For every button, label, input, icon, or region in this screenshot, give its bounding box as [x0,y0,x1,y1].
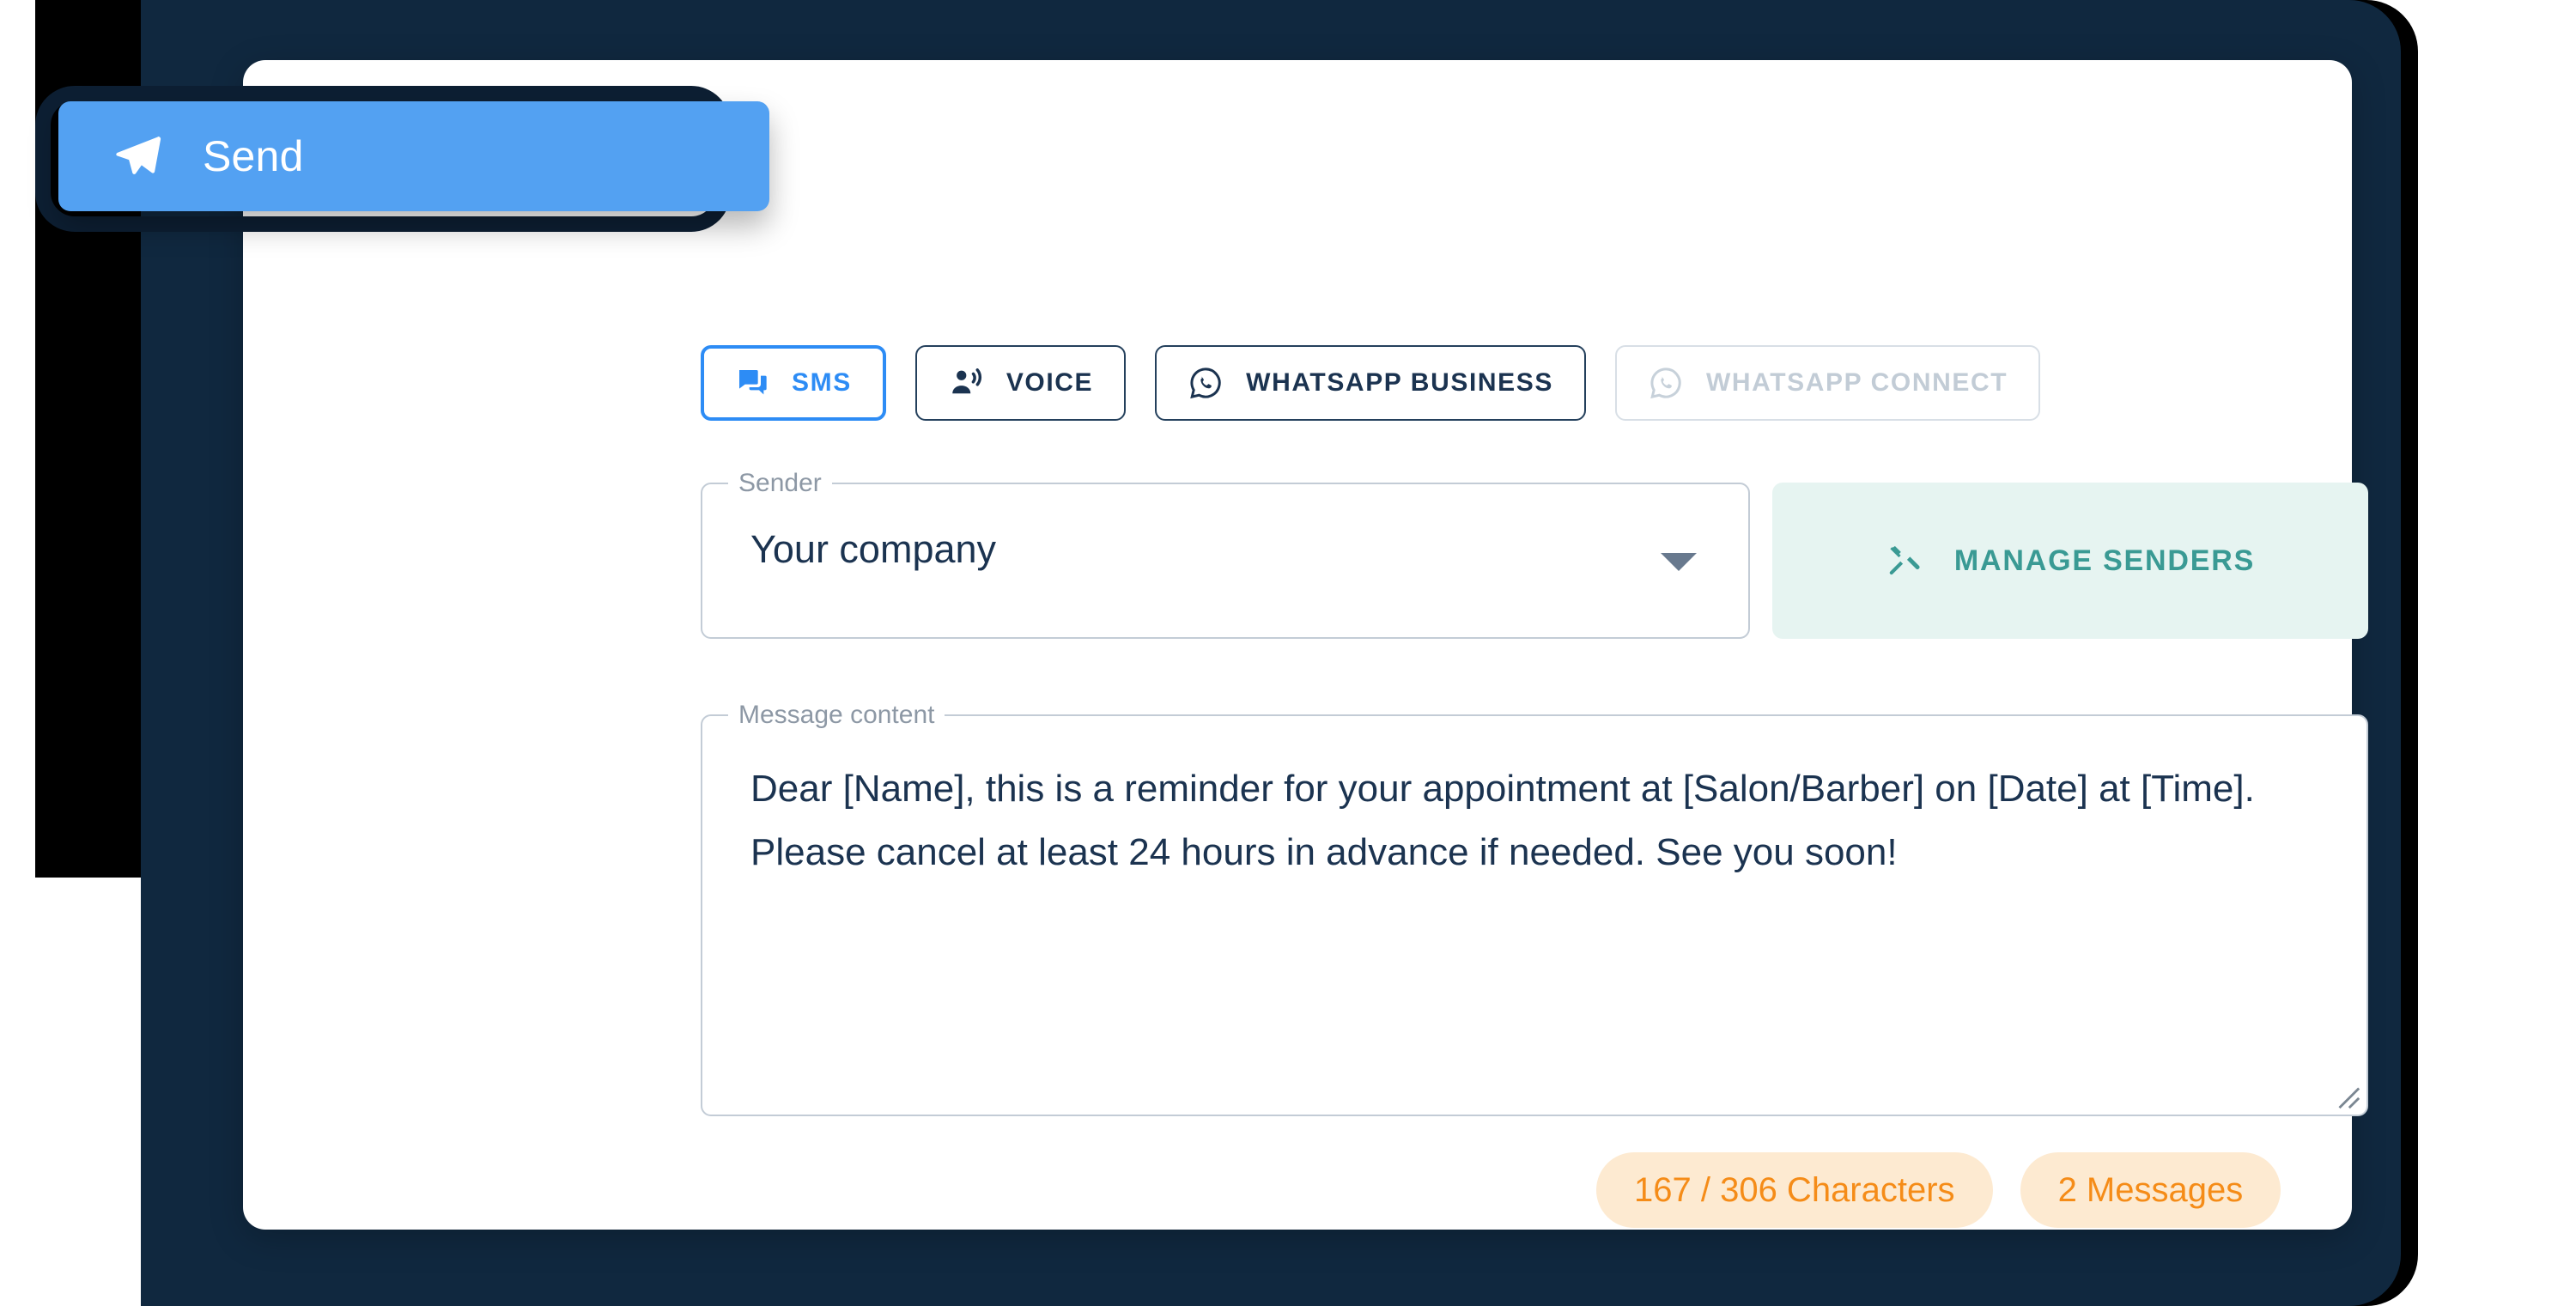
tab-whatsapp-business-label: WHATSAPP BUSINESS [1246,368,1553,397]
tools-icon [1886,541,1925,580]
message-content-legend: Message content [728,701,945,730]
tab-whatsapp-business[interactable]: WHATSAPP BUSINESS [1155,345,1586,421]
tab-whatsapp-connect: WHATSAPP CONNECT [1614,345,2041,421]
tab-sms-label: SMS [792,368,852,397]
paper-plane-icon [112,130,165,183]
tab-voice[interactable]: VOICE [914,345,1127,421]
character-count-badge: 167 / 306 Characters [1596,1152,1993,1228]
tab-voice-label: VOICE [1005,368,1094,397]
sender-select[interactable]: Sender Your company [701,469,1750,639]
resize-handle-icon[interactable] [2332,1081,2361,1110]
manage-senders-label: MANAGE SENDERS [1953,544,2256,577]
person-speaking-icon [948,365,984,401]
message-count-badge: 2 Messages [2020,1152,2281,1228]
tab-whatsapp-connect-label: WHATSAPP CONNECT [1705,368,2008,397]
whatsapp-icon [1648,365,1684,401]
send-button-label: Send [203,132,304,180]
whatsapp-icon [1188,365,1224,401]
composer-card: SMS VOICE WHATSAPP BUSINESS WHATSAPP CON… [243,60,2368,1230]
screenshot-root: SMS VOICE WHATSAPP BUSINESS WHATSAPP CON… [0,0,2576,1306]
tab-sms[interactable]: SMS [701,345,886,421]
message-content-textarea[interactable]: Message content Dear [Name], this is a r… [701,701,2368,1116]
sender-legend: Sender [728,469,832,498]
sender-value: Your company [750,527,997,571]
message-content-value[interactable]: Dear [Name], this is a reminder for your… [750,757,2327,884]
channel-tab-group: SMS VOICE WHATSAPP BUSINESS WHATSAPP CON… [701,345,2041,421]
message-counters: 167 / 306 Characters 2 Messages [1596,1152,2281,1228]
send-button[interactable]: Send [58,101,769,211]
manage-senders-button[interactable]: MANAGE SENDERS [1772,483,2368,639]
chevron-down-icon[interactable] [1661,553,1697,571]
chat-bubbles-icon [735,366,769,400]
